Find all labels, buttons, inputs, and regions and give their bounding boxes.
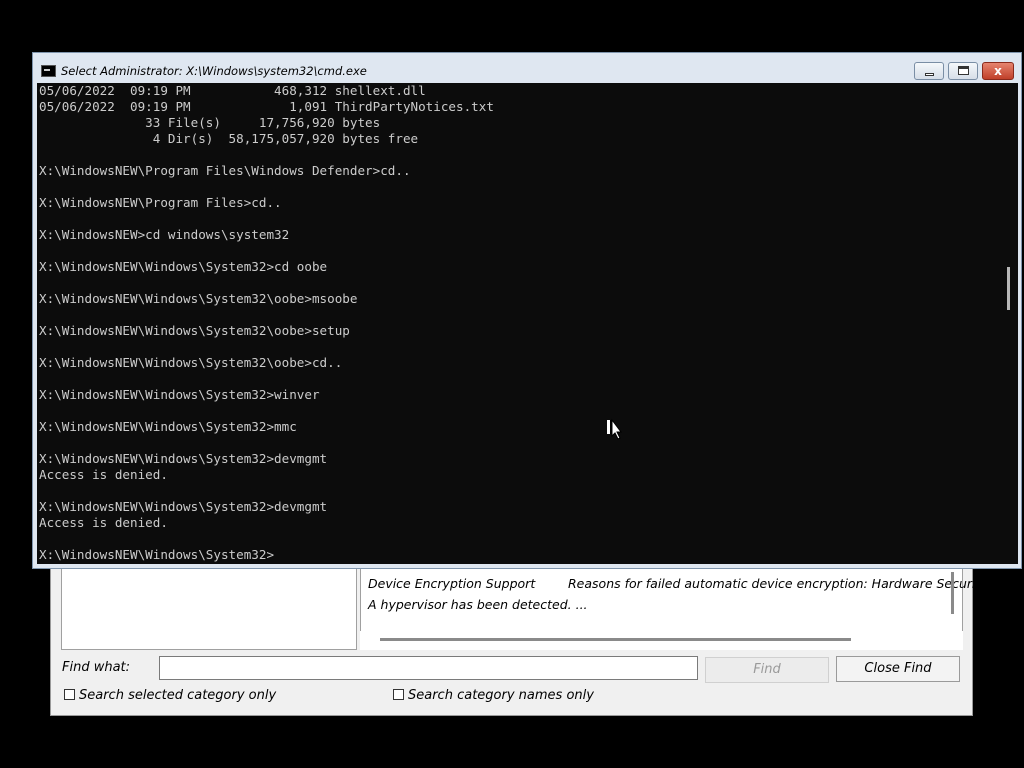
maximize-icon (958, 66, 969, 75)
console-output[interactable]: 05/06/2022 09:19 PM 468,312 shellext.dll… (37, 83, 1001, 564)
details-item-value-continued: A hypervisor has been detected. ... (368, 597, 588, 612)
console-line: X:\WindowsNEW\Windows\System32>devmgmt (39, 499, 328, 514)
console-line: 4 Dir(s) 58,175,057,920 bytes free (39, 131, 419, 146)
details-vertical-scrollbar[interactable] (951, 572, 954, 614)
close-find-button[interactable]: Close Find (836, 656, 960, 682)
console-line: X:\WindowsNEW\Windows\System32\oobe>msoo… (39, 291, 358, 306)
console-line: X:\WindowsNEW\Program Files\Windows Defe… (39, 163, 411, 178)
search-category-names-label: Search category names only (408, 688, 594, 703)
console-line: 33 File(s) 17,756,920 bytes (39, 115, 381, 130)
details-item-name: Device Encryption Support (368, 576, 536, 591)
close-icon: x (994, 64, 1002, 78)
search-selected-category-label: Search selected category only (79, 688, 277, 703)
console-line: X:\WindowsNEW\Windows\System32>mmc (39, 419, 297, 434)
cmd-app-icon (41, 65, 56, 77)
category-tree-pane[interactable] (61, 566, 357, 650)
console-line: Access is denied. (39, 515, 168, 530)
details-horizontal-scrollbar[interactable] (380, 638, 851, 641)
minimize-icon (925, 73, 934, 76)
console-line: X:\WindowsNEW\Windows\System32\oobe>setu… (39, 323, 350, 338)
console-line: X:\WindowsNEW\Windows\System32>winver (39, 387, 320, 402)
mouse-cursor-icon (607, 418, 622, 440)
console-line: 05/06/2022 09:19 PM 1,091 ThirdPartyNoti… (39, 99, 494, 114)
cmd-window-title: Select Administrator: X:\Windows\system3… (61, 64, 367, 78)
console-scrollbar[interactable] (1007, 267, 1010, 310)
search-category-names-checkbox[interactable] (393, 689, 404, 700)
minimize-button[interactable] (914, 62, 944, 80)
console-line: 05/06/2022 09:19 PM 468,312 shellext.dll (39, 83, 426, 98)
search-selected-category-checkbox[interactable] (64, 689, 75, 700)
console-line: Access is denied. (39, 467, 168, 482)
find-button[interactable]: Find (705, 657, 829, 683)
console-line: X:\WindowsNEW\Windows\System32\oobe>cd.. (39, 355, 343, 370)
maximize-button[interactable] (948, 62, 978, 80)
console-scroll-track (1001, 83, 1018, 564)
console-line: X:\WindowsNEW>cd windows\system32 (39, 227, 290, 242)
console-line: X:\WindowsNEW\Windows\System32>devmgmt (39, 451, 328, 466)
console-line: X:\WindowsNEW\Windows\System32> (39, 547, 275, 562)
console-line: X:\WindowsNEW\Program Files>cd.. (39, 195, 282, 210)
details-item-value: Reasons for failed automatic device encr… (568, 576, 1000, 591)
close-button[interactable]: x (982, 62, 1014, 80)
find-what-label: Find what: (62, 660, 131, 675)
console-line: X:\WindowsNEW\Windows\System32>cd oobe (39, 259, 328, 274)
find-what-input[interactable] (159, 656, 698, 680)
